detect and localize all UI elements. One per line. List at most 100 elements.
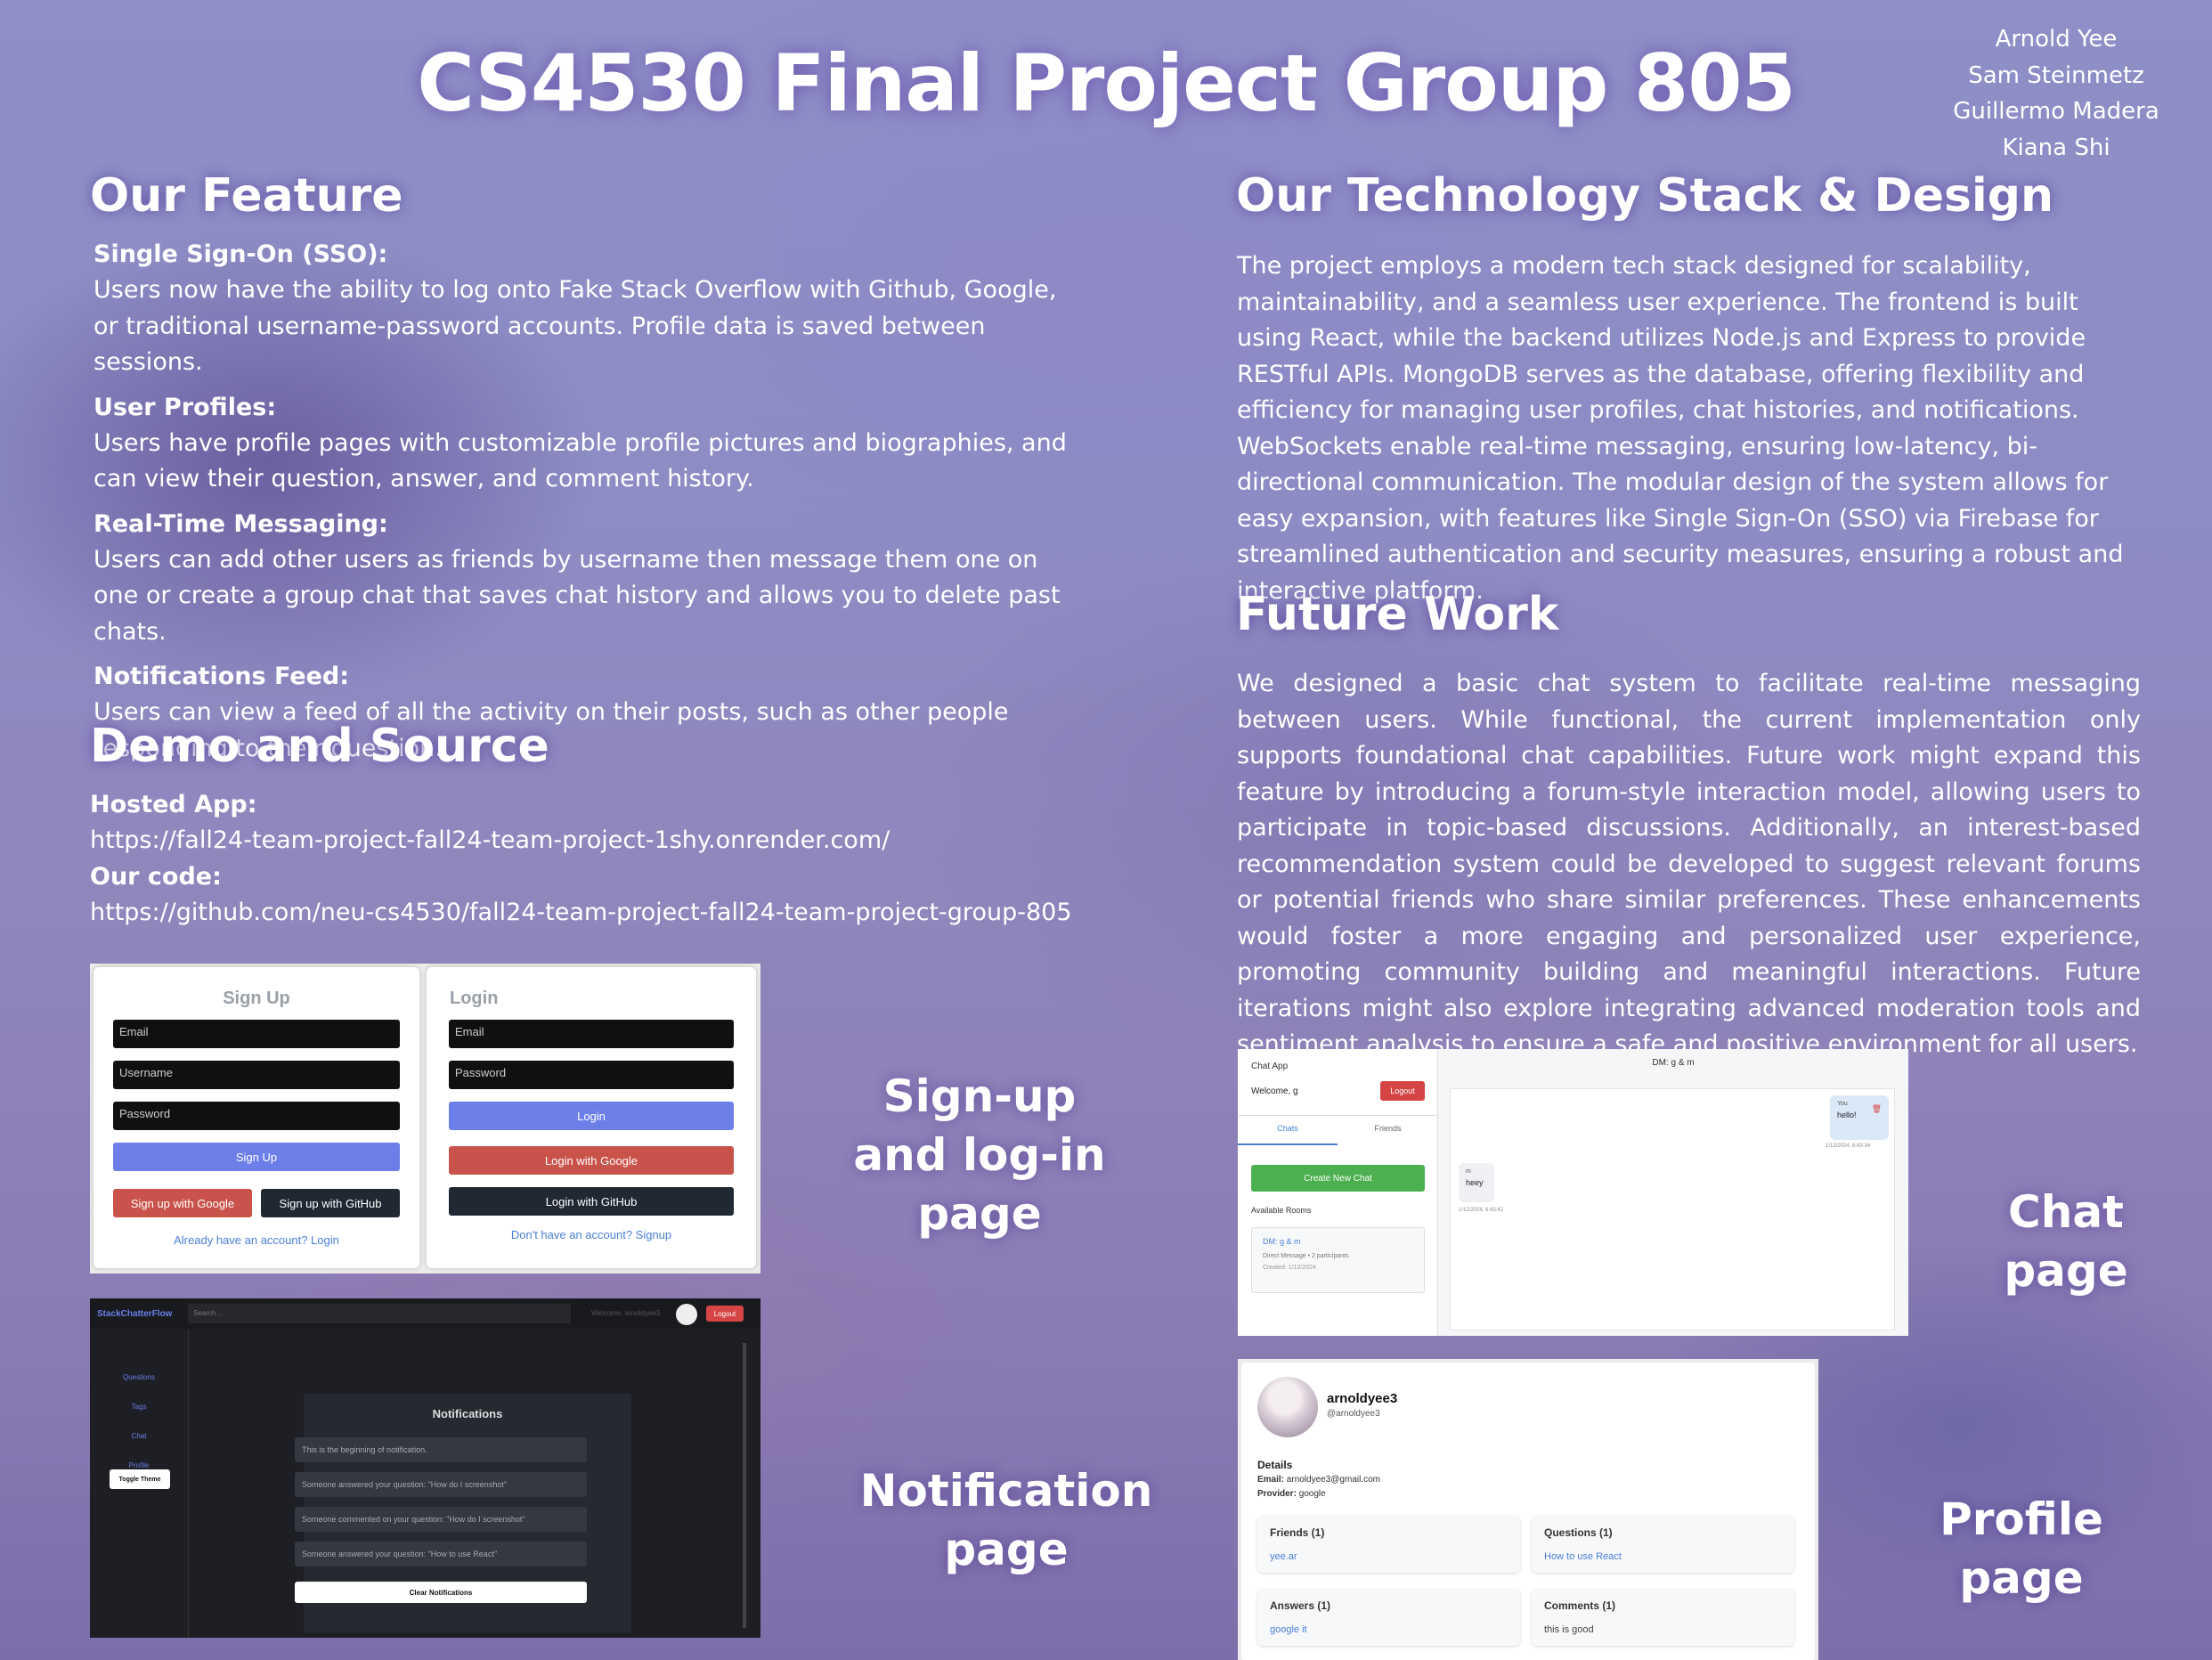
author: Arnold Yee <box>1995 26 2118 53</box>
questions-heading: Questions (1) <box>1544 1526 1613 1539</box>
scrollbar[interactable] <box>743 1343 746 1628</box>
hosted-label: Hosted App: <box>90 791 257 818</box>
notification-label: Notification page <box>859 1465 1153 1575</box>
future-text: We designed a basic chat system to facil… <box>1237 670 2141 1058</box>
chat-header: DM: g & m <box>1652 1058 1695 1068</box>
feature-text: Users can add other users as friends by … <box>94 545 1061 646</box>
question-link[interactable]: How to use React <box>1544 1551 1782 1562</box>
trash-icon[interactable]: 🗑 <box>1872 1104 1882 1114</box>
login-link[interactable]: Already have an account? Login <box>94 1233 419 1247</box>
provider-value: google <box>1298 1489 1326 1499</box>
feature-title: User Profiles: <box>94 393 277 421</box>
message-list <box>1450 1088 1895 1330</box>
email-value: arnoldyee3@gmail.com <box>1286 1475 1380 1485</box>
friend-link[interactable]: yee.ar <box>1270 1551 1508 1562</box>
profile-email: Email: arnoldyee3@gmail.com <box>1257 1475 1380 1485</box>
notifications-title: Notifications <box>432 1407 503 1420</box>
search-input[interactable]: Search ... <box>188 1304 571 1323</box>
clear-notifications-button[interactable]: Clear Notifications <box>295 1582 587 1603</box>
login-google-button[interactable]: Login with Google <box>449 1146 734 1175</box>
friends-card: Friends (1) yee.ar <box>1257 1516 1520 1573</box>
room-name: DM: g & m <box>1263 1237 1301 1246</box>
signup-password-field[interactable]: Password <box>113 1102 400 1130</box>
future-heading: Future Work <box>1236 588 1559 641</box>
nav-questions[interactable]: Questions <box>90 1363 188 1392</box>
signup-submit-button[interactable]: Sign Up <box>113 1143 400 1171</box>
notification-item[interactable]: This is the beginning of notification. <box>295 1437 587 1462</box>
friends-heading: Friends (1) <box>1270 1526 1325 1539</box>
notification-item[interactable]: Someone commented on your question: "How… <box>295 1507 587 1532</box>
signup-github-button[interactable]: Sign up with GitHub <box>261 1189 400 1217</box>
signup-label: Sign-up and log-in page <box>853 1070 1106 1240</box>
author: Sam Steinmetz <box>1968 61 2144 89</box>
login-email-field[interactable]: Email <box>449 1020 734 1048</box>
room-item[interactable]: DM: g & m Direct Message • 2 participant… <box>1251 1227 1425 1293</box>
nav: Questions Tags Chat Profile <box>90 1363 188 1480</box>
author: Kiana Shi <box>2002 134 2110 161</box>
hosted-url-link[interactable]: https://fall24-team-project-fall24-team-… <box>90 823 1159 859</box>
create-new-chat-button[interactable]: Create New Chat <box>1251 1165 1425 1192</box>
logout-button[interactable]: Logout <box>706 1306 744 1322</box>
room-created: Created: 1/12/2024 <box>1263 1265 1316 1271</box>
tab-friends[interactable]: Friends <box>1338 1124 1438 1133</box>
chat-screenshot: Chat App Welcome, g Logout Chats Friends… <box>1238 1049 1908 1336</box>
comment-text: this is good <box>1544 1624 1594 1635</box>
room-meta: Direct Message • 2 participants <box>1263 1253 1349 1259</box>
author: Guillermo Madera <box>1953 98 2159 125</box>
notification-item[interactable]: Someone answered your question: "How to … <box>295 1542 587 1566</box>
signup-username-field[interactable]: Username <box>113 1061 400 1089</box>
profile-screenshot: arnoldyee3 @arnoldyee3 Details Email: ar… <box>1238 1359 1818 1660</box>
message-text: heey <box>1466 1178 1484 1187</box>
rooms-label: Available Rooms <box>1251 1206 1312 1215</box>
signup-link[interactable]: Don't have an account? Signup <box>427 1228 756 1241</box>
login-title: Login <box>450 989 499 1008</box>
comments-heading: Comments (1) <box>1544 1599 1616 1612</box>
avatar[interactable] <box>1257 1377 1318 1437</box>
answer-link[interactable]: google it <box>1270 1624 1508 1635</box>
message-bubble-out: You hello! 🗑 <box>1830 1095 1889 1140</box>
signup-google-button[interactable]: Sign up with Google <box>113 1189 252 1217</box>
chat-app-title: Chat App <box>1251 1062 1289 1071</box>
message-time: 1/12/2024, 6:43:34 <box>1826 1143 1871 1149</box>
details-heading: Details <box>1257 1459 1293 1471</box>
demo-heading: Demo and Source <box>90 720 549 773</box>
signup-email-field[interactable]: Email <box>113 1020 400 1048</box>
tech-text: The project employs a modern tech stack … <box>1237 252 2124 605</box>
profile-username: arnoldyee3 <box>1327 1391 1398 1406</box>
feature-title: Real-Time Messaging: <box>94 509 388 538</box>
message-time: 1/12/2024, 6:43:42 <box>1459 1208 1504 1213</box>
code-url-link[interactable]: https://github.com/neu-cs4530/fall24-tea… <box>90 895 1159 932</box>
questions-card: Questions (1) How to use React <box>1532 1516 1794 1573</box>
welcome-text: Welcome, arnoldyee3 <box>591 1309 661 1317</box>
feature-title: Single Sign-On (SSO): <box>94 240 388 268</box>
feature-text: Users have profile pages with customizab… <box>94 428 1067 493</box>
nav-chat[interactable]: Chat <box>90 1421 188 1451</box>
message-sender: m <box>1466 1168 1471 1175</box>
divider <box>188 1329 189 1638</box>
chat-welcome: Welcome, g <box>1251 1086 1298 1096</box>
email-label: Email: <box>1257 1475 1285 1485</box>
feature-title: Notifications Feed: <box>94 663 350 690</box>
feature-list: Single Sign-On (SSO): Users now have the… <box>94 237 1073 767</box>
feature-text: Users now have the ability to log onto F… <box>94 276 1057 376</box>
profile-label: Profile page <box>1940 1493 2103 1604</box>
message-bubble-in: m heey <box>1459 1163 1494 1202</box>
toggle-theme-button[interactable]: Toggle Theme <box>110 1469 170 1489</box>
provider-label: Provider: <box>1257 1489 1297 1499</box>
brand: StackChatterFlow <box>97 1309 173 1319</box>
notification-screenshot: StackChatterFlow Search ... Welcome, arn… <box>90 1298 760 1638</box>
login-password-field[interactable]: Password <box>449 1061 734 1089</box>
answers-heading: Answers (1) <box>1270 1599 1331 1612</box>
profile-handle: @arnoldyee3 <box>1327 1409 1380 1419</box>
notification-item[interactable]: Someone answered your question: "How do … <box>295 1472 587 1497</box>
login-submit-button[interactable]: Login <box>449 1102 734 1130</box>
divider <box>1238 1115 1438 1116</box>
author-list: Arnold Yee Sam Steinmetz Guillermo Mader… <box>1936 21 2176 166</box>
chat-logout-button[interactable]: Logout <box>1380 1081 1425 1101</box>
signup-login-screenshot: Sign Up Email Username Password Sign Up … <box>90 964 760 1273</box>
avatar[interactable] <box>676 1304 697 1325</box>
nav-tags[interactable]: Tags <box>90 1392 188 1421</box>
login-github-button[interactable]: Login with GitHub <box>449 1187 734 1216</box>
code-label: Our code: <box>90 862 222 891</box>
tab-chats[interactable]: Chats <box>1238 1124 1338 1145</box>
